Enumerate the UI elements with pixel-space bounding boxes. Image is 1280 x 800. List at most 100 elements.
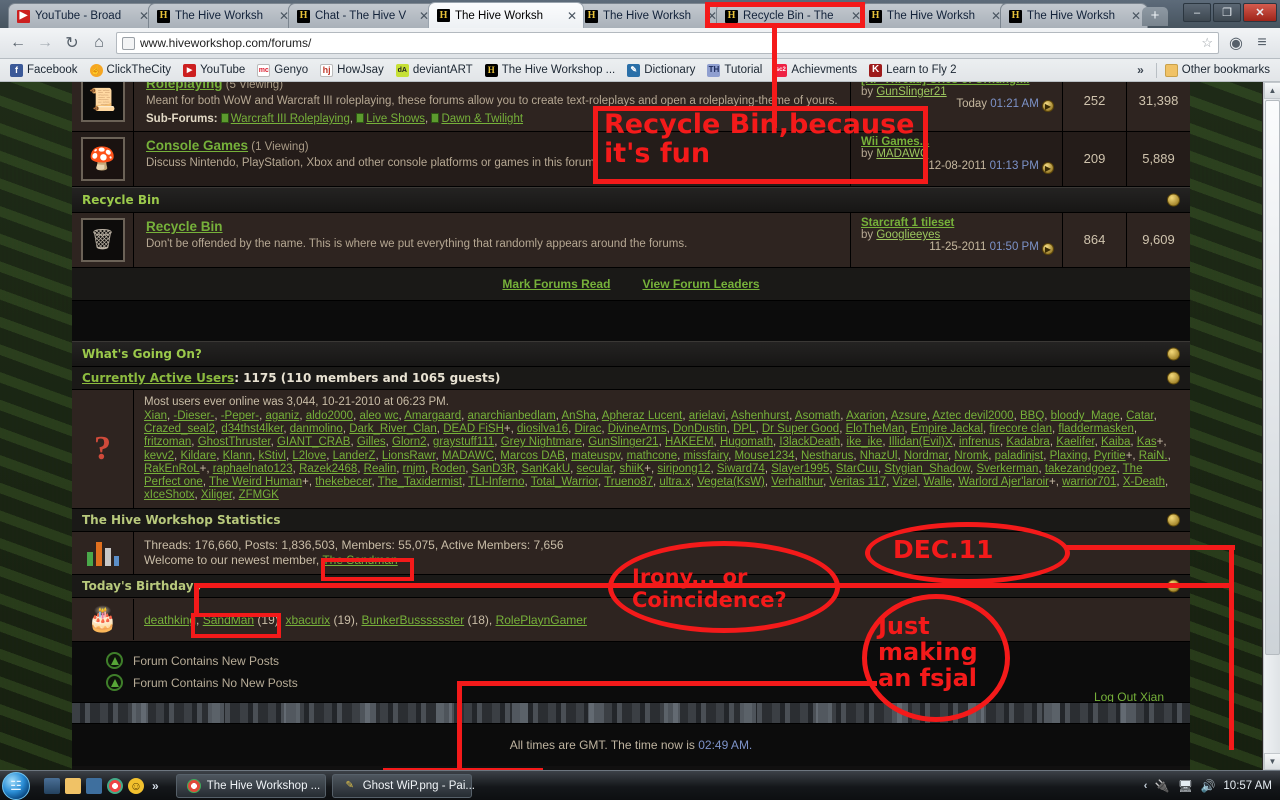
active-user-link[interactable]: shiiK: [619, 463, 644, 475]
network-icon[interactable]: 🖥: [1177, 778, 1193, 794]
currently-active-users-link[interactable]: Currently Active Users: [82, 371, 234, 385]
active-user-link[interactable]: firecore clan: [989, 423, 1052, 435]
active-user-link[interactable]: kStivl: [258, 450, 285, 462]
birthday-user-link[interactable]: RolePlaynGamer: [496, 613, 587, 627]
active-user-link[interactable]: StarCuu: [836, 463, 878, 475]
active-user-link[interactable]: Xiliger: [201, 489, 232, 501]
active-user-link[interactable]: Slayer1995: [771, 463, 829, 475]
active-user-link[interactable]: -Peper-: [221, 410, 259, 422]
new-tab-button[interactable]: +: [1142, 7, 1168, 26]
active-user-link[interactable]: anarchianbedlam: [468, 410, 556, 422]
goto-last-post-icon[interactable]: ▶: [1042, 242, 1054, 255]
active-user-link[interactable]: Empire Jackal: [911, 423, 983, 435]
active-user-link[interactable]: Ashenhurst: [731, 410, 789, 422]
usb-eject-icon[interactable]: 🔌: [1154, 778, 1170, 794]
active-user-link[interactable]: Illidan(Evil)X: [889, 436, 953, 448]
active-user-link[interactable]: Verhalthur: [771, 476, 823, 488]
chrome-icon[interactable]: [107, 777, 123, 794]
bookmark-deviantart[interactable]: dA deviantART: [392, 63, 477, 78]
active-user-link[interactable]: aleo wc: [359, 410, 398, 422]
last-post-author-link[interactable]: Googlieeyes: [876, 229, 940, 241]
active-user-link[interactable]: Grey Nightmare: [501, 436, 582, 448]
active-user-link[interactable]: raphaelnato123: [213, 463, 293, 475]
active-user-link[interactable]: Nestharus: [801, 450, 853, 462]
last-post-author-link[interactable]: GunSlinger21: [876, 86, 946, 98]
active-user-link[interactable]: GIANT_CRAB: [277, 436, 351, 448]
active-user-link[interactable]: The Weird Human: [209, 476, 302, 488]
active-user-link[interactable]: DonDustin: [673, 423, 727, 435]
close-tab-icon[interactable]: ✕: [567, 10, 577, 22]
active-user-link[interactable]: EloTheMan: [846, 423, 905, 435]
goto-last-post-icon[interactable]: ▶: [1042, 100, 1054, 112]
quick-launch-overflow-icon[interactable]: »: [149, 779, 162, 793]
active-user-link[interactable]: ZFMGK: [239, 489, 279, 501]
bookmark-dictionary[interactable]: ✎ Dictionary: [623, 63, 699, 78]
active-user-link[interactable]: I3lackDeath: [779, 436, 840, 448]
browser-tab-5[interactable]: H Recycle Bin - The ✕: [716, 3, 868, 28]
active-user-link[interactable]: RakEnRoL: [144, 463, 200, 475]
active-user-link[interactable]: infrenus: [959, 436, 1000, 448]
footer-link-mark-forums-read[interactable]: Mark Forums Read: [502, 277, 610, 291]
active-user-link[interactable]: Xian: [144, 410, 167, 422]
bookmark-the-hive-workshop[interactable]: H The Hive Workshop ...: [481, 63, 620, 78]
active-user-link[interactable]: DPL: [733, 423, 755, 435]
taskbar-button-0[interactable]: The Hive Workshop ...: [175, 773, 326, 798]
active-user-link[interactable]: Total_Warrior: [531, 476, 598, 488]
active-user-link[interactable]: DEAD FiSH: [443, 423, 504, 435]
active-user-link[interactable]: GhostThruster: [198, 436, 271, 448]
scroll-up-arrow[interactable]: ▲: [1264, 82, 1280, 99]
active-user-link[interactable]: danmolino: [290, 423, 343, 435]
active-user-link[interactable]: warrior701: [1062, 476, 1116, 488]
smiley-icon[interactable]: ☺: [128, 777, 144, 794]
sub-forum-link[interactable]: Dawn & Twilight: [441, 113, 523, 125]
active-user-link[interactable]: Razek2468: [299, 463, 357, 475]
active-user-link[interactable]: takezandgoez: [1045, 463, 1117, 475]
active-user-link[interactable]: Glorn2: [392, 436, 427, 448]
scrollbar-thumb[interactable]: [1265, 100, 1280, 655]
active-user-link[interactable]: Nromk: [954, 450, 988, 462]
active-user-link[interactable]: Axarion: [846, 410, 885, 422]
active-user-link[interactable]: aganiz: [265, 410, 299, 422]
active-user-link[interactable]: graystuff111: [433, 436, 494, 448]
birthday-user-link[interactable]: xbacurix: [285, 613, 330, 627]
bookmark-howjsay[interactable]: hj HowJsay: [316, 63, 388, 78]
active-user-link[interactable]: X-Death: [1123, 476, 1165, 488]
active-user-link[interactable]: -Dieser-: [173, 410, 214, 422]
active-user-link[interactable]: Crazed_seal2: [144, 423, 215, 435]
collapse-icon[interactable]: [1167, 579, 1180, 593]
bookmarks-overflow-icon[interactable]: »: [1129, 63, 1152, 77]
birthday-user-link[interactable]: BunkerBusssssster: [362, 613, 465, 627]
scroll-down-arrow[interactable]: ▼: [1264, 753, 1280, 770]
active-user-link[interactable]: kevv2: [144, 450, 174, 462]
collapse-icon[interactable]: [1167, 513, 1180, 527]
active-user-link[interactable]: The_Taxidermist: [378, 476, 462, 488]
active-user-link[interactable]: aldo2000: [306, 410, 353, 422]
other-bookmarks-folder[interactable]: Other bookmarks: [1161, 63, 1274, 78]
active-user-link[interactable]: Dr Super Good: [762, 423, 839, 435]
active-user-link[interactable]: Kadabra: [1006, 436, 1049, 448]
newest-member-link[interactable]: The Sandman: [322, 553, 397, 567]
last-post-author-link[interactable]: MADAWC: [876, 148, 928, 160]
forward-icon[interactable]: →: [35, 33, 55, 53]
clock[interactable]: 10:57 AM: [1223, 780, 1272, 792]
active-user-link[interactable]: LionsRawr: [382, 450, 436, 462]
active-user-link[interactable]: Amargaard: [404, 410, 461, 422]
browser-tab-4[interactable]: H The Hive Worksh ✕: [576, 3, 724, 28]
active-user-link[interactable]: Aztec devil2000: [932, 410, 1013, 422]
active-user-link[interactable]: Nordmar: [904, 450, 948, 462]
active-user-link[interactable]: Asomath: [795, 410, 840, 422]
browser-tab-1[interactable]: H The Hive Worksh ✕: [148, 3, 296, 28]
active-user-link[interactable]: Vegeta(KsW): [697, 476, 765, 488]
active-user-link[interactable]: RaiN.: [1139, 450, 1168, 462]
active-user-link[interactable]: Azsure: [891, 410, 927, 422]
active-user-link[interactable]: Kaiba: [1101, 436, 1130, 448]
active-user-link[interactable]: thekebecer: [315, 476, 371, 488]
active-user-link[interactable]: diosilva16: [517, 423, 568, 435]
footer-link-view-forum-leaders[interactable]: View Forum Leaders: [642, 277, 759, 291]
active-user-link[interactable]: Vizel: [893, 476, 918, 488]
forum-title-link[interactable]: Recycle Bin: [146, 219, 223, 234]
active-user-link[interactable]: Warlord Ajer'laroir: [958, 476, 1049, 488]
active-user-link[interactable]: Roden: [431, 463, 465, 475]
active-user-link[interactable]: SanD3R: [472, 463, 515, 475]
goto-last-post-icon[interactable]: ▶: [1042, 161, 1054, 174]
